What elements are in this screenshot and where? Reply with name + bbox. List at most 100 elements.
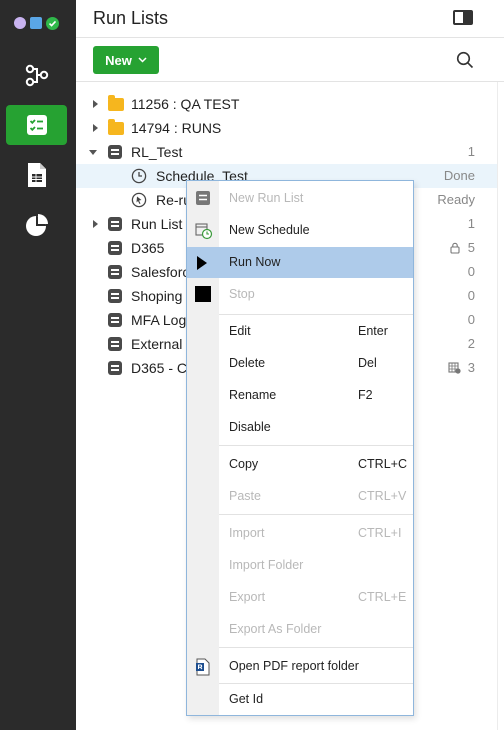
menu-item-label: Get Id [229, 692, 264, 706]
chevron-down-icon [138, 57, 147, 63]
run-list-icon [108, 361, 122, 375]
logo-square-blue [30, 17, 42, 29]
clock-icon [131, 168, 147, 184]
menu-item-rename[interactable]: Rename F2 [187, 380, 413, 410]
menu-item-disable[interactable]: Disable [187, 412, 413, 442]
menu-item-export-as-folder[interactable]: Export As Folder [187, 614, 413, 644]
menu-item-shortcut: Enter [358, 324, 388, 338]
menu-item-copy[interactable]: Copy CTRL+C [187, 449, 413, 479]
menu-separator [219, 445, 413, 446]
menu-item-export[interactable]: Export CTRL+E [187, 582, 413, 612]
menu-item-label: New Run List [229, 191, 304, 205]
tree-row[interactable]: RL_Test 1 [76, 140, 497, 164]
header-divider [76, 37, 504, 38]
tree-item-label: Shoping [131, 288, 183, 304]
menu-item-paste[interactable]: Paste CTRL+V [187, 481, 413, 511]
run-list-icon [108, 217, 122, 231]
run-list-icon [108, 313, 122, 327]
menu-item-shortcut: F2 [358, 388, 373, 402]
tree-item-label: RL_Test [131, 144, 183, 160]
menu-item-stop[interactable]: Stop [187, 279, 413, 309]
expand-caret-icon[interactable] [93, 100, 98, 108]
tree-row[interactable]: 14794 : RUNS [76, 116, 497, 140]
app-logo [14, 16, 62, 30]
search-icon[interactable] [456, 51, 474, 74]
menu-item-label: Paste [229, 489, 261, 503]
menu-item-label: Import Folder [229, 558, 304, 572]
menu-separator [219, 314, 413, 315]
menu-item-label: Edit [229, 324, 251, 338]
tree-row[interactable]: 11256 : QA TEST [76, 92, 497, 116]
item-count: 0 [467, 264, 475, 279]
run-list-icon [108, 289, 122, 303]
page-title: Run Lists [93, 8, 169, 28]
nav-report-icon[interactable] [6, 155, 67, 195]
menu-item-shortcut: CTRL+I [358, 526, 402, 540]
context-menu: New Run List New Schedule Run Now Stop E… [186, 180, 414, 716]
scrollbar-track[interactable] [497, 82, 498, 730]
new-button-label: New [105, 52, 132, 68]
expand-caret-icon[interactable] [93, 220, 98, 228]
menu-item-label: Disable [229, 420, 271, 434]
logo-check-icon [46, 17, 59, 30]
run-list-icon [196, 191, 210, 205]
menu-item-import-folder[interactable]: Import Folder [187, 550, 413, 580]
item-count: 1 [467, 144, 475, 159]
tree-item-label: Salesforc [131, 264, 190, 280]
menu-item-edit[interactable]: Edit Enter [187, 316, 413, 346]
expand-caret-icon[interactable] [93, 124, 98, 132]
tree-item-label: MFA Log [131, 312, 187, 328]
pdf-report-icon [196, 658, 210, 676]
toolbar-divider [76, 81, 504, 82]
item-count: 0 [467, 288, 475, 303]
folder-icon [108, 119, 124, 135]
item-count: 5 [467, 240, 475, 255]
menu-item-open-pdf-report-folder[interactable]: Open PDF report folder [187, 651, 413, 681]
item-count: 0 [467, 312, 475, 327]
folder-icon [108, 95, 124, 111]
menu-item-delete[interactable]: Delete Del [187, 348, 413, 378]
lock-icon [450, 242, 460, 254]
menu-item-new-run-list[interactable]: New Run List [187, 183, 413, 213]
item-count: 1 [467, 216, 475, 231]
menu-item-label: Run Now [229, 255, 281, 269]
tree-item-label: D365 - C [131, 360, 188, 376]
nav-analytics-icon[interactable] [6, 205, 67, 245]
menu-item-label: Export [229, 590, 266, 604]
tree-item-label: External [131, 336, 183, 352]
menu-separator [219, 647, 413, 648]
tree-item-label: 11256 : QA TEST [131, 96, 240, 112]
app-sidebar [0, 0, 76, 730]
menu-item-import[interactable]: Import CTRL+I [187, 518, 413, 548]
menu-item-run-now[interactable]: Run Now [187, 247, 413, 278]
menu-item-label: New Schedule [229, 223, 310, 237]
tree-item-label: D365 [131, 240, 165, 256]
item-count: 3 [467, 360, 475, 375]
menu-item-label: Delete [229, 356, 266, 370]
tree-item-label: 14794 : RUNS [131, 120, 222, 136]
new-button[interactable]: New [93, 46, 159, 74]
menu-item-new-schedule[interactable]: New Schedule [187, 215, 413, 245]
menu-item-label: Stop [229, 287, 255, 301]
schedule-status: Done [443, 168, 475, 183]
new-schedule-icon [195, 223, 213, 240]
panel-toggle-icon[interactable] [453, 10, 473, 25]
nav-run-lists-icon[interactable] [6, 105, 67, 145]
tree-item-label: Run List 1 [131, 216, 195, 232]
trigger-icon [131, 192, 147, 208]
logo-dot-purple [14, 17, 26, 29]
collapse-caret-icon[interactable] [89, 150, 97, 155]
menu-item-shortcut: CTRL+V [358, 489, 407, 503]
menu-item-label: Copy [229, 457, 259, 471]
menu-item-get-id[interactable]: Get Id [187, 684, 413, 714]
run-list-icon [108, 337, 122, 351]
menu-separator [219, 514, 413, 515]
run-list-icon [108, 145, 122, 159]
menu-item-shortcut: CTRL+E [358, 590, 407, 604]
schedule-grid-icon [448, 362, 461, 374]
menu-item-label: Import [229, 526, 265, 540]
menu-item-shortcut: Del [358, 356, 377, 370]
nav-flow-icon[interactable] [6, 55, 67, 95]
run-list-icon [108, 265, 122, 279]
menu-item-label: Rename [229, 388, 277, 402]
